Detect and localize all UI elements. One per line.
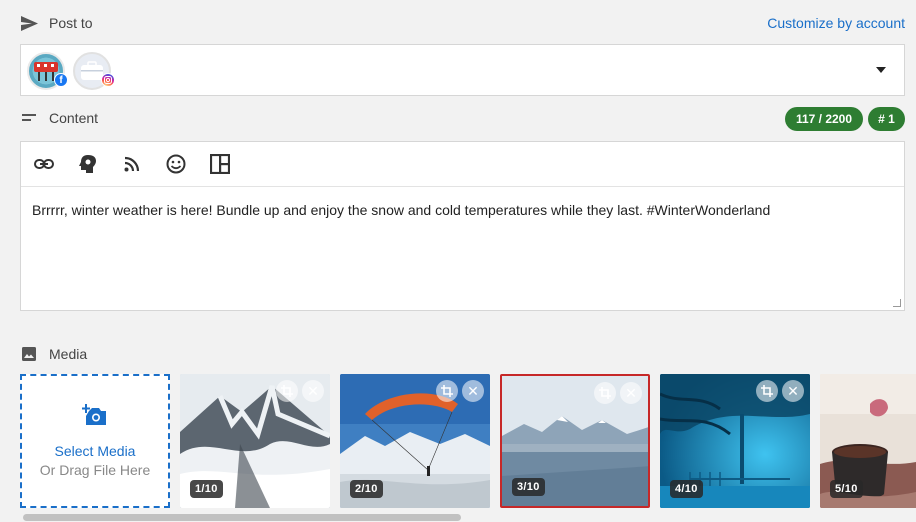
select-media-dropzone[interactable]: Select Media Or Drag File Here bbox=[20, 374, 170, 508]
media-thumbnail-4[interactable]: ✕ 4/10 bbox=[660, 374, 810, 508]
content-editor: Brrrrr, winter weather is here! Bundle u… bbox=[20, 141, 905, 311]
resize-handle-icon[interactable] bbox=[893, 299, 901, 307]
character-count-badge: 117 / 2200 bbox=[785, 107, 863, 131]
link-icon[interactable] bbox=[33, 153, 55, 175]
dropdown-caret-icon[interactable] bbox=[876, 67, 886, 73]
editor-toolbar bbox=[21, 142, 904, 187]
media-strip: Select Media Or Drag File Here ✕ 1/10 ✕ … bbox=[20, 374, 916, 510]
media-label: Media bbox=[49, 346, 88, 362]
media-thumbnail-3[interactable]: ✕ 3/10 bbox=[500, 374, 650, 508]
crop-icon[interactable] bbox=[756, 380, 778, 402]
layout-icon[interactable] bbox=[209, 153, 231, 175]
post-to-label: Post to bbox=[49, 15, 93, 31]
media-thumbnail-5[interactable]: 5/10 bbox=[820, 374, 916, 508]
post-text-area[interactable]: Brrrrr, winter weather is here! Bundle u… bbox=[21, 187, 904, 219]
select-media-label: Select Media bbox=[54, 443, 136, 459]
scrollbar-thumb[interactable] bbox=[23, 514, 461, 521]
add-photo-icon bbox=[82, 404, 108, 431]
media-thumbnail-2[interactable]: ✕ 2/10 bbox=[340, 374, 490, 508]
media-header: Media bbox=[20, 345, 87, 363]
short-text-icon bbox=[20, 109, 38, 127]
remove-icon[interactable]: ✕ bbox=[462, 380, 484, 402]
facebook-icon: f bbox=[54, 73, 68, 87]
account-selector[interactable]: f bbox=[20, 44, 905, 96]
media-thumbnail-1[interactable]: ✕ 1/10 bbox=[180, 374, 330, 508]
content-label: Content bbox=[49, 110, 99, 126]
idea-icon[interactable] bbox=[77, 153, 99, 175]
drag-file-label: Or Drag File Here bbox=[39, 462, 151, 478]
post-to-header: Post to bbox=[20, 14, 93, 32]
media-counter: 5/10 bbox=[830, 480, 863, 498]
media-counter: 1/10 bbox=[190, 480, 223, 498]
remove-icon[interactable]: ✕ bbox=[620, 382, 642, 404]
content-header: Content bbox=[20, 109, 98, 127]
instagram-icon bbox=[101, 73, 115, 87]
post-number-badge: # 1 bbox=[868, 107, 905, 131]
media-scrollbar[interactable] bbox=[20, 513, 916, 522]
send-icon bbox=[20, 14, 38, 32]
customize-by-account-link[interactable]: Customize by account bbox=[767, 15, 905, 31]
media-counter: 3/10 bbox=[512, 478, 545, 496]
image-icon bbox=[20, 345, 38, 363]
remove-icon[interactable]: ✕ bbox=[302, 380, 324, 402]
media-counter: 4/10 bbox=[670, 480, 703, 498]
media-counter: 2/10 bbox=[350, 480, 383, 498]
remove-icon[interactable]: ✕ bbox=[782, 380, 804, 402]
crop-icon[interactable] bbox=[276, 380, 298, 402]
emoji-icon[interactable] bbox=[165, 153, 187, 175]
crop-icon[interactable] bbox=[436, 380, 458, 402]
rss-icon[interactable] bbox=[121, 153, 143, 175]
crop-icon[interactable] bbox=[594, 382, 616, 404]
